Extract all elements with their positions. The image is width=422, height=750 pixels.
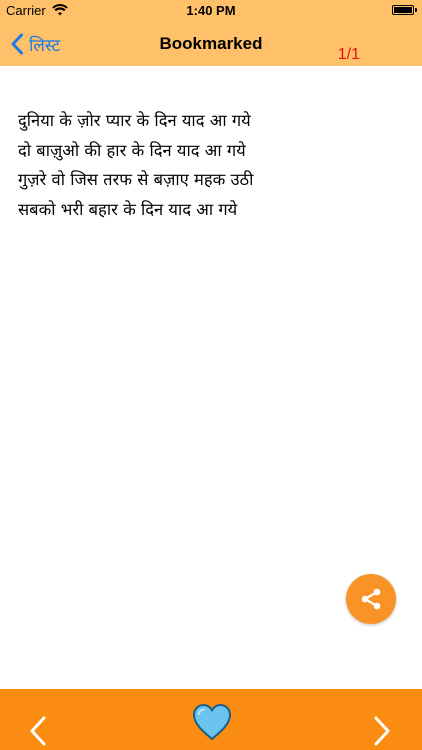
previous-button[interactable] <box>28 715 48 747</box>
next-button[interactable] <box>372 715 392 747</box>
poem-line: दो बाज़ुओ की हार के दिन याद आ गये <box>18 140 246 160</box>
top-bar: Carrier 1:40 PM लिस्ट Bookmarked 1/1 <box>0 0 422 66</box>
status-bar: Carrier 1:40 PM <box>0 0 422 22</box>
share-button[interactable] <box>346 574 396 624</box>
favorite-heart-button[interactable] <box>191 702 233 742</box>
poem-line: सबको भरी बहार के दिन याद आ गये <box>18 199 238 219</box>
poem-content: दुनिया के ज़ोर प्यार के दिन याद आ गये दो… <box>18 106 408 224</box>
page-counter: 1/1 <box>337 46 360 63</box>
status-time: 1:40 PM <box>186 3 236 18</box>
poem-line: गुज़रे वो जिस तरफ से बज़ाए महक उठी <box>18 170 254 189</box>
navigation-bar: लिस्ट Bookmarked 1/1 <box>0 22 422 66</box>
screen: Carrier 1:40 PM लिस्ट Bookmarked 1/1 दुन… <box>0 0 422 750</box>
share-icon <box>361 588 381 610</box>
poem-line: दुनिया के ज़ोर प्यार के दिन याद आ गये <box>18 111 251 130</box>
battery-icon <box>392 5 417 15</box>
bottom-toolbar <box>0 689 422 750</box>
